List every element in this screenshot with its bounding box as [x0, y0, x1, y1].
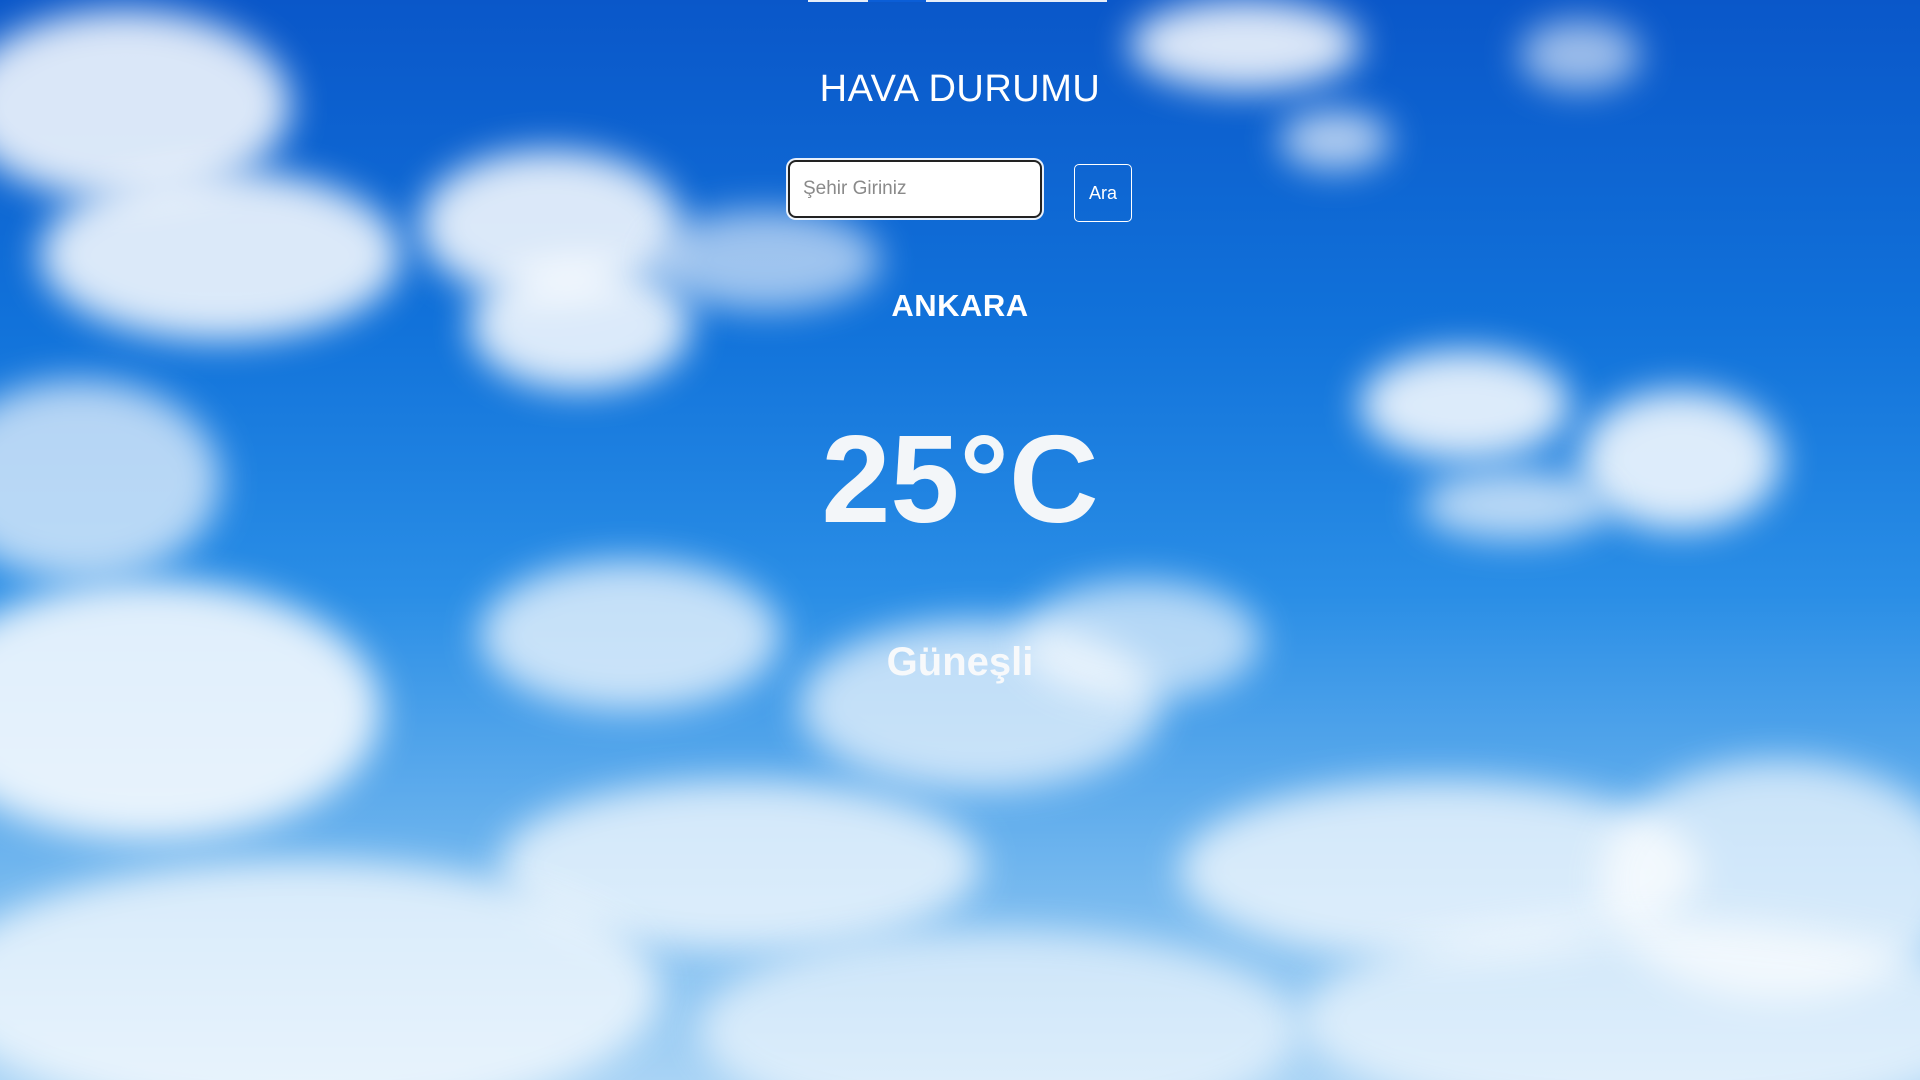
weather-condition: Güneşli: [886, 640, 1034, 684]
page-title: HAVA DURUMU: [819, 68, 1101, 110]
city-name: ANKARA: [891, 288, 1029, 323]
top-bar-segment-active: [868, 0, 926, 2]
search-form: Ara: [788, 160, 1132, 222]
temperature-value: 25°C: [821, 411, 1099, 549]
weather-app: HAVA DURUMU Ara ANKARA 25°C Güneşli: [0, 0, 1920, 1080]
city-search-input[interactable]: [788, 160, 1042, 218]
top-bar-segment: [926, 0, 1107, 2]
top-bar-segment: [808, 0, 868, 2]
search-button[interactable]: Ara: [1074, 164, 1132, 222]
top-accent-bar: [808, 0, 1107, 2]
